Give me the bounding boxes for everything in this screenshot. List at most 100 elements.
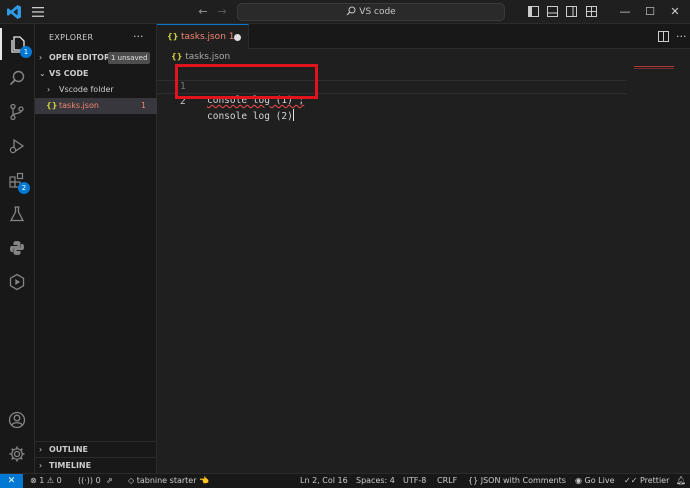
breadcrumb-file[interactable]: tasks.json bbox=[185, 52, 230, 62]
error-icon: ⊗ bbox=[30, 476, 37, 485]
run-debug-icon bbox=[9, 138, 25, 154]
toggle-panel-icon[interactable] bbox=[547, 6, 558, 17]
timeline-section[interactable]: › TIMELINE bbox=[35, 457, 157, 473]
back-arrow-icon[interactable]: ← bbox=[196, 5, 210, 19]
breadcrumb[interactable]: {} tasks.json bbox=[171, 52, 230, 62]
beaker-icon bbox=[9, 206, 25, 222]
unsaved-badge: 1 unsaved bbox=[108, 52, 151, 64]
gear-icon bbox=[9, 446, 25, 462]
search-label: VS code bbox=[359, 7, 396, 17]
explorer-badge: 1 bbox=[20, 46, 32, 58]
language-mode-status[interactable]: {} JSON with Comments bbox=[468, 474, 566, 488]
customize-layout-icon[interactable] bbox=[586, 6, 597, 17]
tree-item-tasks-json[interactable]: {} tasks.json 1 bbox=[35, 98, 157, 114]
check-double-icon: ✓✓ bbox=[624, 476, 638, 485]
source-control-icon bbox=[10, 103, 24, 121]
activity-run-debug[interactable] bbox=[0, 130, 35, 162]
extensions-badge: 2 bbox=[18, 182, 30, 194]
activity-search[interactable] bbox=[0, 62, 35, 94]
error-count: 1 bbox=[39, 476, 45, 485]
workspace-label: VS CODE bbox=[49, 69, 89, 78]
open-editors-section[interactable]: › OPEN EDITORS 1 unsaved bbox=[35, 50, 157, 66]
tabnine-label: tabnine starter bbox=[136, 476, 197, 485]
chevron-right-icon: › bbox=[39, 445, 43, 454]
notifications-bell-icon[interactable]: 🔔︎ bbox=[676, 474, 686, 488]
encoding-status[interactable]: UTF-8 bbox=[403, 474, 426, 488]
unsaved-dot-icon[interactable] bbox=[234, 34, 241, 41]
editor-more-actions-icon[interactable]: ··· bbox=[676, 30, 687, 43]
chevron-right-icon: › bbox=[47, 85, 51, 94]
outline-label: OUTLINE bbox=[49, 445, 88, 454]
ports-count: 0 bbox=[95, 476, 101, 485]
broadcast-icon: ◉ bbox=[575, 476, 582, 485]
play-hexagon-icon bbox=[9, 273, 25, 291]
search-icon bbox=[9, 70, 25, 86]
remote-indicator-icon[interactable]: ✕ bbox=[0, 474, 23, 488]
command-center-search[interactable]: VS code bbox=[237, 3, 505, 21]
chevron-down-icon: ⌄ bbox=[39, 69, 46, 78]
tab-label: tasks.json 1 bbox=[181, 32, 235, 42]
problems-status[interactable]: ⊗ 1 ⚠ 0 bbox=[30, 474, 62, 488]
ports-status[interactable]: ((·)) 0 bbox=[78, 474, 101, 488]
tree-item-vscode-folder[interactable]: › Vscode folder bbox=[35, 82, 157, 98]
warning-icon: ⚠ bbox=[46, 476, 55, 485]
activity-explorer[interactable]: 1 bbox=[0, 28, 35, 60]
account-icon bbox=[8, 411, 26, 429]
json-file-icon: {} bbox=[167, 32, 179, 41]
json-file-icon: {} bbox=[171, 52, 183, 61]
more-actions-icon[interactable]: ··· bbox=[133, 30, 144, 43]
workspace-section[interactable]: ⌄ VS CODE bbox=[35, 66, 157, 82]
annotation-highlight-box bbox=[175, 64, 318, 99]
tab-tasks-json[interactable]: {} tasks.json 1 bbox=[157, 24, 249, 49]
go-live-label: Go Live bbox=[584, 476, 615, 485]
tabnine-status[interactable]: ◇ tabnine starter 👈 bbox=[128, 474, 209, 488]
minimap-error-marker bbox=[634, 66, 674, 67]
go-live-status[interactable]: ◉ Go Live bbox=[575, 474, 615, 488]
chevron-right-icon: › bbox=[39, 53, 43, 62]
minimap-line-marker bbox=[634, 68, 674, 69]
split-editor-icon[interactable] bbox=[658, 31, 669, 42]
open-editors-label: OPEN EDITORS bbox=[49, 53, 116, 62]
line-text: console log (2) bbox=[207, 111, 293, 122]
language-label: JSON with Comments bbox=[480, 476, 566, 485]
tabnine-icon: ◇ bbox=[128, 476, 135, 485]
activity-python[interactable] bbox=[0, 232, 35, 264]
maximize-button[interactable]: ☐ bbox=[641, 3, 659, 21]
title-bar: ← → VS code — ☐ ✕ bbox=[0, 0, 690, 24]
activity-source-control[interactable] bbox=[0, 96, 35, 128]
prettier-label: Prettier bbox=[639, 476, 670, 485]
json-file-icon: {} bbox=[46, 101, 58, 110]
editor-tab-bar: {} tasks.json 1 ··· bbox=[157, 24, 690, 49]
sidebar-title: EXPLORER bbox=[49, 33, 94, 42]
activity-remote-explorer[interactable] bbox=[0, 266, 35, 298]
close-window-button[interactable]: ✕ bbox=[666, 3, 684, 21]
hand-icon: 👈 bbox=[199, 476, 210, 485]
menu-icon[interactable] bbox=[30, 5, 46, 19]
eol-status[interactable]: CRLF bbox=[437, 474, 457, 488]
prettier-status[interactable]: ✓✓ Prettier bbox=[624, 474, 669, 488]
braces-icon: {} bbox=[468, 476, 479, 485]
line-text-wrapper: console log (2) bbox=[207, 109, 294, 124]
activity-extensions[interactable]: 2 bbox=[0, 164, 35, 196]
file-problem-count: 1 bbox=[141, 101, 147, 110]
cursor-position-status[interactable]: Ln 2, Col 16 bbox=[300, 474, 348, 488]
timeline-label: TIMELINE bbox=[49, 461, 92, 470]
python-icon bbox=[10, 241, 24, 255]
outline-section[interactable]: › OUTLINE bbox=[35, 441, 157, 457]
file-label: tasks.json bbox=[59, 101, 99, 110]
warning-count: 0 bbox=[56, 476, 62, 485]
indentation-status[interactable]: Spaces: 4 bbox=[356, 474, 395, 488]
activity-bar: 1 2 bbox=[0, 24, 35, 473]
toggle-secondary-sidebar-icon[interactable] bbox=[566, 6, 577, 17]
text-cursor bbox=[292, 109, 294, 121]
live-share-icon[interactable]: ⇗ bbox=[106, 474, 113, 488]
minimize-button[interactable]: — bbox=[616, 3, 634, 21]
search-icon bbox=[346, 6, 356, 16]
activity-accounts[interactable] bbox=[0, 404, 35, 436]
folder-label: Vscode folder bbox=[59, 85, 114, 94]
forward-arrow-icon[interactable]: → bbox=[215, 5, 229, 19]
activity-manage[interactable] bbox=[0, 438, 35, 470]
broadcast-icon: ((·)) bbox=[78, 476, 94, 485]
activity-testing[interactable] bbox=[0, 198, 35, 230]
toggle-primary-sidebar-icon[interactable] bbox=[528, 6, 539, 17]
